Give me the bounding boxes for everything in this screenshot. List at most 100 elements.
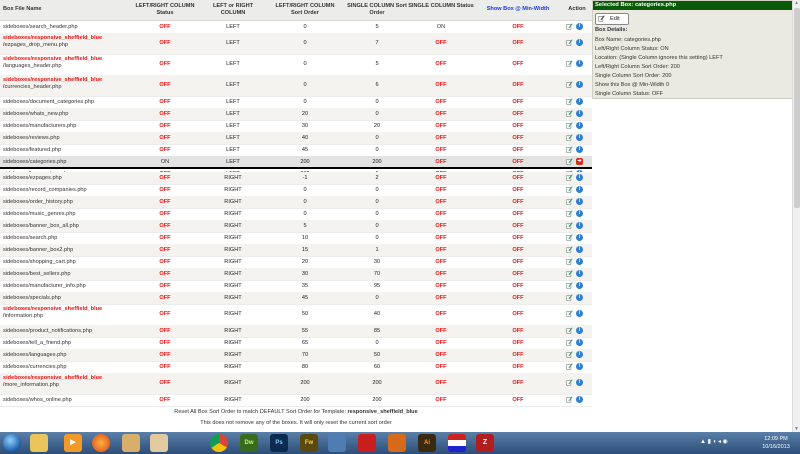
table-row[interactable]: sideboxes/responsive_sheffield_blue/info… <box>0 304 592 326</box>
info-icon[interactable]: i <box>576 174 583 181</box>
info-icon[interactable]: i <box>576 294 583 301</box>
edit-icon[interactable] <box>566 39 573 46</box>
info-icon[interactable]: i <box>576 39 583 46</box>
edit-icon[interactable] <box>566 146 573 153</box>
edit-icon[interactable] <box>566 258 573 265</box>
fireworks-icon[interactable]: Fw <box>300 434 318 452</box>
edit-icon[interactable] <box>566 23 573 30</box>
filezilla-icon[interactable]: Z <box>476 434 494 452</box>
info-icon[interactable]: i <box>576 379 583 386</box>
folder-icon[interactable] <box>328 434 346 452</box>
info-icon[interactable]: i <box>576 198 583 205</box>
box-file-name: sideboxes/whats_new.php <box>3 111 69 117</box>
edit-icon[interactable] <box>566 158 573 165</box>
edit-icon[interactable] <box>566 186 573 193</box>
info-icon[interactable]: i <box>576 210 583 217</box>
edit-icon[interactable] <box>566 310 573 317</box>
info-icon[interactable]: i <box>576 246 583 253</box>
info-icon[interactable]: i <box>576 327 583 334</box>
photoshop-icon[interactable]: Ps <box>270 434 288 452</box>
edit-icon[interactable] <box>566 122 573 129</box>
info-icon[interactable]: i <box>576 363 583 370</box>
table-row[interactable]: sideboxes/responsive_sheffield_blue/ezpa… <box>0 33 592 55</box>
single-status: OFF <box>435 247 447 253</box>
lr-sort-order: 0 <box>303 211 307 217</box>
info-icon[interactable]: i <box>576 186 583 193</box>
info-icon[interactable]: i <box>576 282 583 289</box>
edit-icon[interactable] <box>566 294 573 301</box>
edit-icon[interactable] <box>566 379 573 386</box>
info-icon[interactable]: i <box>576 60 583 67</box>
info-icon[interactable]: i <box>576 122 583 129</box>
flag-app-icon[interactable] <box>448 434 466 452</box>
edit-icon[interactable] <box>566 234 573 241</box>
info-icon[interactable]: i <box>576 110 583 117</box>
edit-icon[interactable] <box>566 174 573 181</box>
edit-icon[interactable] <box>566 327 573 334</box>
info-icon[interactable]: i <box>576 23 583 30</box>
reset-sort-order-text[interactable]: Reset All Box Sort Order to match DEFAUL… <box>0 409 592 415</box>
archive2-icon[interactable] <box>150 434 168 452</box>
edit-icon[interactable] <box>566 270 573 277</box>
edit-icon[interactable] <box>566 98 573 105</box>
archive-icon[interactable] <box>122 434 140 452</box>
box-file-name: sideboxes/document_categories.php <box>3 99 95 105</box>
info-icon[interactable]: i <box>576 339 583 346</box>
info-icon[interactable]: i <box>576 234 583 241</box>
edit-icon[interactable] <box>566 198 573 205</box>
edit-icon[interactable] <box>566 396 573 403</box>
start-button[interactable] <box>3 434 21 452</box>
info-icon[interactable]: i <box>576 81 583 88</box>
info-icon[interactable]: i <box>576 222 583 229</box>
edit-icon[interactable] <box>566 351 573 358</box>
illustrator-icon[interactable]: Ai <box>418 434 436 452</box>
info-icon[interactable]: i <box>576 270 583 277</box>
table-row[interactable]: sideboxes/whos_online.php OFF RIGHT 200 200 O… <box>0 394 592 407</box>
edit-icon[interactable] <box>566 222 573 229</box>
info-icon[interactable]: i <box>576 396 583 403</box>
single-status: OFF <box>435 271 447 277</box>
box-file-name: sideboxes/languages.php <box>3 352 67 358</box>
edit-icon[interactable] <box>566 110 573 117</box>
vertical-scrollbar[interactable]: ▲ ▼ <box>792 0 800 432</box>
info-icon[interactable]: i <box>576 134 583 141</box>
scroll-up-icon[interactable]: ▲ <box>794 0 799 6</box>
info-icon[interactable]: i <box>576 351 583 358</box>
lr-column: RIGHT <box>224 271 242 277</box>
selected-arrow-icon[interactable]: ➜ <box>576 158 583 165</box>
info-icon[interactable]: i <box>576 98 583 105</box>
edit-icon[interactable] <box>566 282 573 289</box>
edit-icon[interactable] <box>566 246 573 253</box>
media-player-icon[interactable]: ▶ <box>64 434 82 452</box>
edit-icon[interactable] <box>566 339 573 346</box>
system-tray-icons[interactable]: ▲ ▮ ◖ ◂ ◉ <box>700 438 728 445</box>
info-icon[interactable]: i <box>576 310 583 317</box>
table-row[interactable]: sideboxes/responsive_sheffield_blue/curr… <box>0 75 592 97</box>
scroll-thumb[interactable] <box>794 8 800 208</box>
lr-status: OFF <box>159 364 171 370</box>
info-icon[interactable]: i <box>576 258 583 265</box>
row-actions: i <box>566 39 590 47</box>
header-show-min-width[interactable]: Show Box @ Min-Width <box>480 6 556 13</box>
edit-icon[interactable] <box>566 210 573 217</box>
box-file-name: sideboxes/ezpages.php <box>3 175 62 181</box>
edit-icon[interactable] <box>566 134 573 141</box>
firefox-icon[interactable] <box>92 434 110 452</box>
row-actions: i <box>566 363 590 371</box>
row-actions: i <box>566 396 590 404</box>
acrobat-icon[interactable] <box>358 434 376 452</box>
edit-icon[interactable] <box>566 60 573 67</box>
edit-button[interactable]: Edit <box>595 13 629 25</box>
bridge-icon[interactable] <box>388 434 406 452</box>
dreamweaver-icon[interactable]: Dw <box>240 434 258 452</box>
table-row[interactable]: sideboxes/responsive_sheffield_blue/lang… <box>0 54 592 76</box>
taskbar-clock[interactable]: 12:09 PM 10/16/2013 <box>758 435 794 451</box>
show-min-width: OFF <box>512 99 524 105</box>
table-row[interactable]: sideboxes/responsive_sheffield_blue/more… <box>0 373 592 395</box>
info-icon[interactable]: i <box>576 146 583 153</box>
chrome-icon[interactable] <box>210 434 228 452</box>
windows-explorer-icon[interactable] <box>30 434 48 452</box>
edit-icon[interactable] <box>566 363 573 370</box>
lr-status: OFF <box>159 235 171 241</box>
edit-icon[interactable] <box>566 81 573 88</box>
